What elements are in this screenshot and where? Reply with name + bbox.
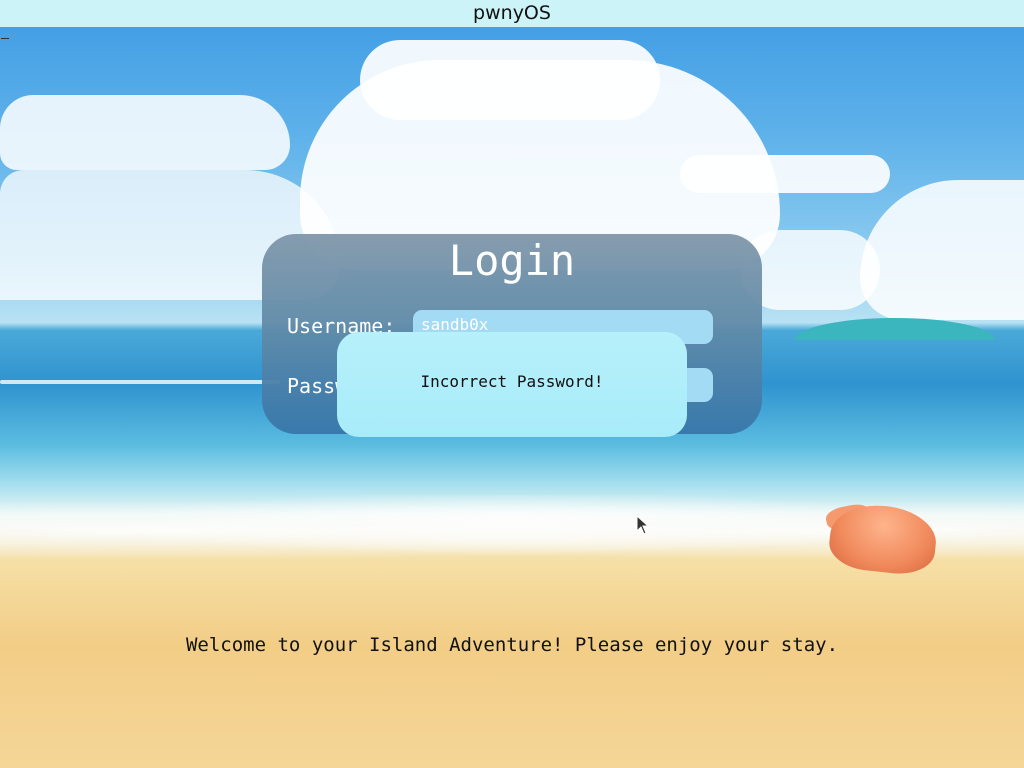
window-title-bar: pwnyOS [0, 0, 1024, 27]
wave-streak [0, 380, 280, 384]
distant-island [795, 318, 995, 340]
minimize-mark [1, 38, 9, 39]
error-dialog[interactable]: Incorrect Password! [337, 332, 687, 437]
welcome-message: Welcome to your Island Adventure! Please… [185, 634, 839, 656]
login-title: Login [448, 236, 576, 285]
cloud [680, 155, 890, 193]
desktop-screen: pwnyOS Login Username: sandb0x Password:… [0, 0, 1024, 768]
cloud [0, 95, 290, 170]
window-title: pwnyOS [473, 2, 551, 24]
error-message: Incorrect Password! [420, 372, 604, 391]
cloud [860, 180, 1024, 320]
